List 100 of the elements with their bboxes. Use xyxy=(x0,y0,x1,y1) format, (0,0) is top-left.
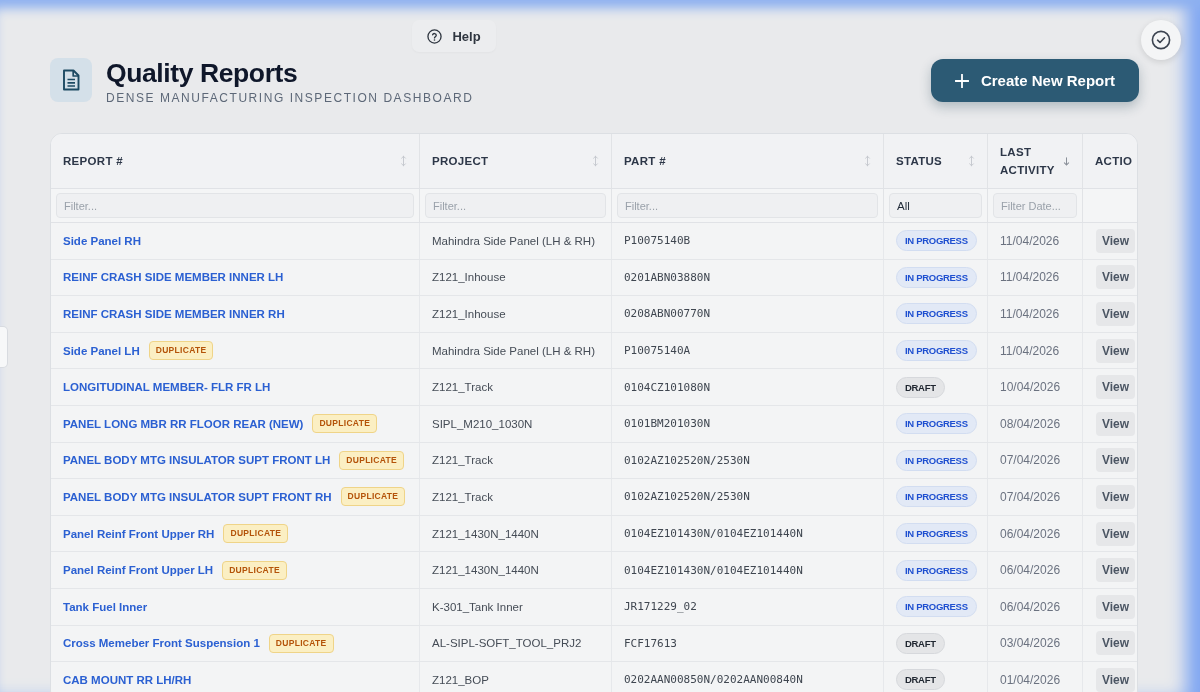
view-button[interactable]: View xyxy=(1096,228,1136,253)
part-number: 0202AAN00850N/0202AAN00840N xyxy=(624,673,803,687)
document-icon xyxy=(50,58,92,102)
plus-icon xyxy=(954,73,969,88)
duplicate-badge: DUPLICATE xyxy=(312,414,378,434)
activity-date: 08/04/2026 xyxy=(1000,416,1061,431)
view-button[interactable]: View xyxy=(1096,302,1136,326)
view-button[interactable]: View xyxy=(1096,667,1136,692)
page-title: Quality Reports xyxy=(106,59,299,88)
activity-date: 11/04/2026 xyxy=(1000,307,1060,321)
filter-field[interactable]: Filter... xyxy=(425,193,606,218)
project-name: K-301_Tank Inner xyxy=(432,600,523,613)
project-name: Z121_1430N_1440N xyxy=(432,527,539,540)
column-header[interactable]: REPORT # xyxy=(63,152,411,170)
filter-field[interactable]: Filter... xyxy=(56,193,414,218)
project-name: Z121_Inhouse xyxy=(432,308,506,320)
status-badge: IN PROGRESS xyxy=(896,303,977,325)
report-link[interactable]: Tank Fuel Inner xyxy=(63,600,148,613)
project-name: Z121_Track xyxy=(432,381,493,394)
part-number: 0104EZ101430N/0104EZ101440N xyxy=(624,563,803,577)
status-badge: IN PROGRESS xyxy=(896,523,977,545)
report-link[interactable]: Cross Memeber Front Suspension 1 xyxy=(63,637,260,650)
report-link[interactable]: REINF CRASH SIDE MEMBER INNER RH xyxy=(63,308,285,320)
sort-arrows-icon xyxy=(400,155,407,167)
duplicate-badge: DUPLICATE xyxy=(222,560,287,580)
status-badge: IN PROGRESS xyxy=(896,559,977,581)
filter-field[interactable]: Filter... xyxy=(617,193,878,218)
part-number: P10075140B xyxy=(624,234,691,248)
view-button[interactable]: View xyxy=(1096,448,1136,473)
project-name: Z121_Inhouse xyxy=(432,271,506,284)
column-header[interactable]: LAST ACTIVITY xyxy=(1000,143,1074,179)
view-button[interactable]: View xyxy=(1096,521,1136,546)
column-header: ACTIO xyxy=(1095,154,1134,169)
report-link[interactable]: REINF CRASH SIDE MEMBER INNER LH xyxy=(63,271,284,284)
activity-date: 06/04/2026 xyxy=(1000,526,1061,541)
column-header[interactable]: PROJECT xyxy=(432,152,603,170)
part-number: 0101BM201030N xyxy=(624,417,711,431)
report-link[interactable]: Panel Reinf Front Upper LH xyxy=(63,564,214,577)
view-button[interactable]: View xyxy=(1096,265,1136,290)
part-number: JR171229_02 xyxy=(624,600,697,614)
view-button[interactable]: View xyxy=(1096,411,1136,436)
project-name: Mahindra Side Panel (LH & RH) xyxy=(432,344,595,357)
part-number: 0104CZ101080N xyxy=(624,380,711,394)
status-badge: DRAFT xyxy=(896,669,945,691)
activity-date: 03/04/2026 xyxy=(1000,636,1061,651)
project-name: AL-SIPL-SOFT_TOOL_PRJ2 xyxy=(432,637,582,650)
activity-date: 01/04/2026 xyxy=(1000,672,1061,687)
view-button[interactable]: View xyxy=(1096,484,1136,509)
report-link[interactable]: Side Panel LH xyxy=(63,344,140,357)
project-name: Mahindra Side Panel (LH & RH) xyxy=(432,234,595,247)
duplicate-badge: DUPLICATE xyxy=(223,524,289,544)
view-button[interactable]: View xyxy=(1096,558,1136,583)
view-button[interactable]: View xyxy=(1096,338,1136,363)
status-filter-select[interactable]: All xyxy=(889,193,982,218)
duplicate-badge: DUPLICATE xyxy=(148,341,214,361)
help-icon xyxy=(427,28,443,44)
report-link[interactable]: CAB MOUNT RR LH/RH xyxy=(63,673,192,686)
sidebar-handle[interactable] xyxy=(0,326,8,368)
activity-date: 07/04/2026 xyxy=(1000,453,1061,468)
report-link[interactable]: Side Panel RH xyxy=(63,234,141,247)
sort-arrows-icon xyxy=(592,155,599,167)
page-subtitle: DENSE MANUFACTURING INSPECTION DASHBOARD xyxy=(106,91,474,106)
create-report-button[interactable]: Create New Report xyxy=(931,59,1139,102)
duplicate-badge: DUPLICATE xyxy=(339,450,404,470)
project-name: Z121_Track xyxy=(432,490,493,503)
activity-date: 11/04/2026 xyxy=(1000,343,1060,358)
report-link[interactable]: LONGITUDINAL MEMBER- FLR FR LH xyxy=(63,381,271,394)
view-button[interactable]: View xyxy=(1096,594,1136,619)
status-badge: IN PROGRESS xyxy=(896,596,977,618)
activity-date: 06/04/2026 xyxy=(1000,563,1061,578)
status-badge: DRAFT xyxy=(896,632,945,654)
project-name: Z121_BOP xyxy=(432,673,489,686)
column-header[interactable]: STATUS xyxy=(896,152,979,170)
date-filter-field[interactable]: Filter Date... xyxy=(993,193,1077,218)
status-badge: DRAFT xyxy=(896,376,945,398)
report-link[interactable]: PANEL BODY MTG INSULATOR SUPT FRONT LH xyxy=(63,454,331,467)
duplicate-badge: DUPLICATE xyxy=(340,487,406,507)
check-circle-button[interactable] xyxy=(1141,20,1181,60)
status-badge: IN PROGRESS xyxy=(896,266,977,288)
activity-date: 06/04/2026 xyxy=(1000,599,1061,614)
view-button[interactable]: View xyxy=(1096,631,1136,656)
part-number: 0102AZ102520N/2530N xyxy=(624,490,750,504)
report-link[interactable]: Panel Reinf Front Upper RH xyxy=(63,527,215,540)
report-link[interactable]: PANEL LONG MBR RR FLOOR REAR (NEW) xyxy=(63,417,304,430)
check-circle-icon xyxy=(1151,30,1171,50)
part-number: 0104EZ101430N/0104EZ101440N xyxy=(624,527,803,541)
view-button[interactable]: View xyxy=(1096,375,1136,400)
duplicate-badge: DUPLICATE xyxy=(268,633,334,653)
part-number: 0208ABN00770N xyxy=(624,307,711,321)
column-header[interactable]: PART # xyxy=(624,152,875,170)
status-badge: IN PROGRESS xyxy=(896,486,977,508)
part-number: 0102AZ102520N/2530N xyxy=(624,453,750,467)
activity-date: 07/04/2026 xyxy=(1000,489,1061,504)
report-link[interactable]: PANEL BODY MTG INSULATOR SUPT FRONT RH xyxy=(63,490,332,503)
project-name: SIPL_M210_1030N xyxy=(432,417,533,430)
part-number: P10075140A xyxy=(624,344,691,358)
activity-date: 10/04/2026 xyxy=(1000,380,1061,395)
part-number: 0201ABN03880N xyxy=(624,270,711,284)
status-badge: IN PROGRESS xyxy=(896,449,977,471)
activity-date: 11/04/2026 xyxy=(1000,270,1060,285)
